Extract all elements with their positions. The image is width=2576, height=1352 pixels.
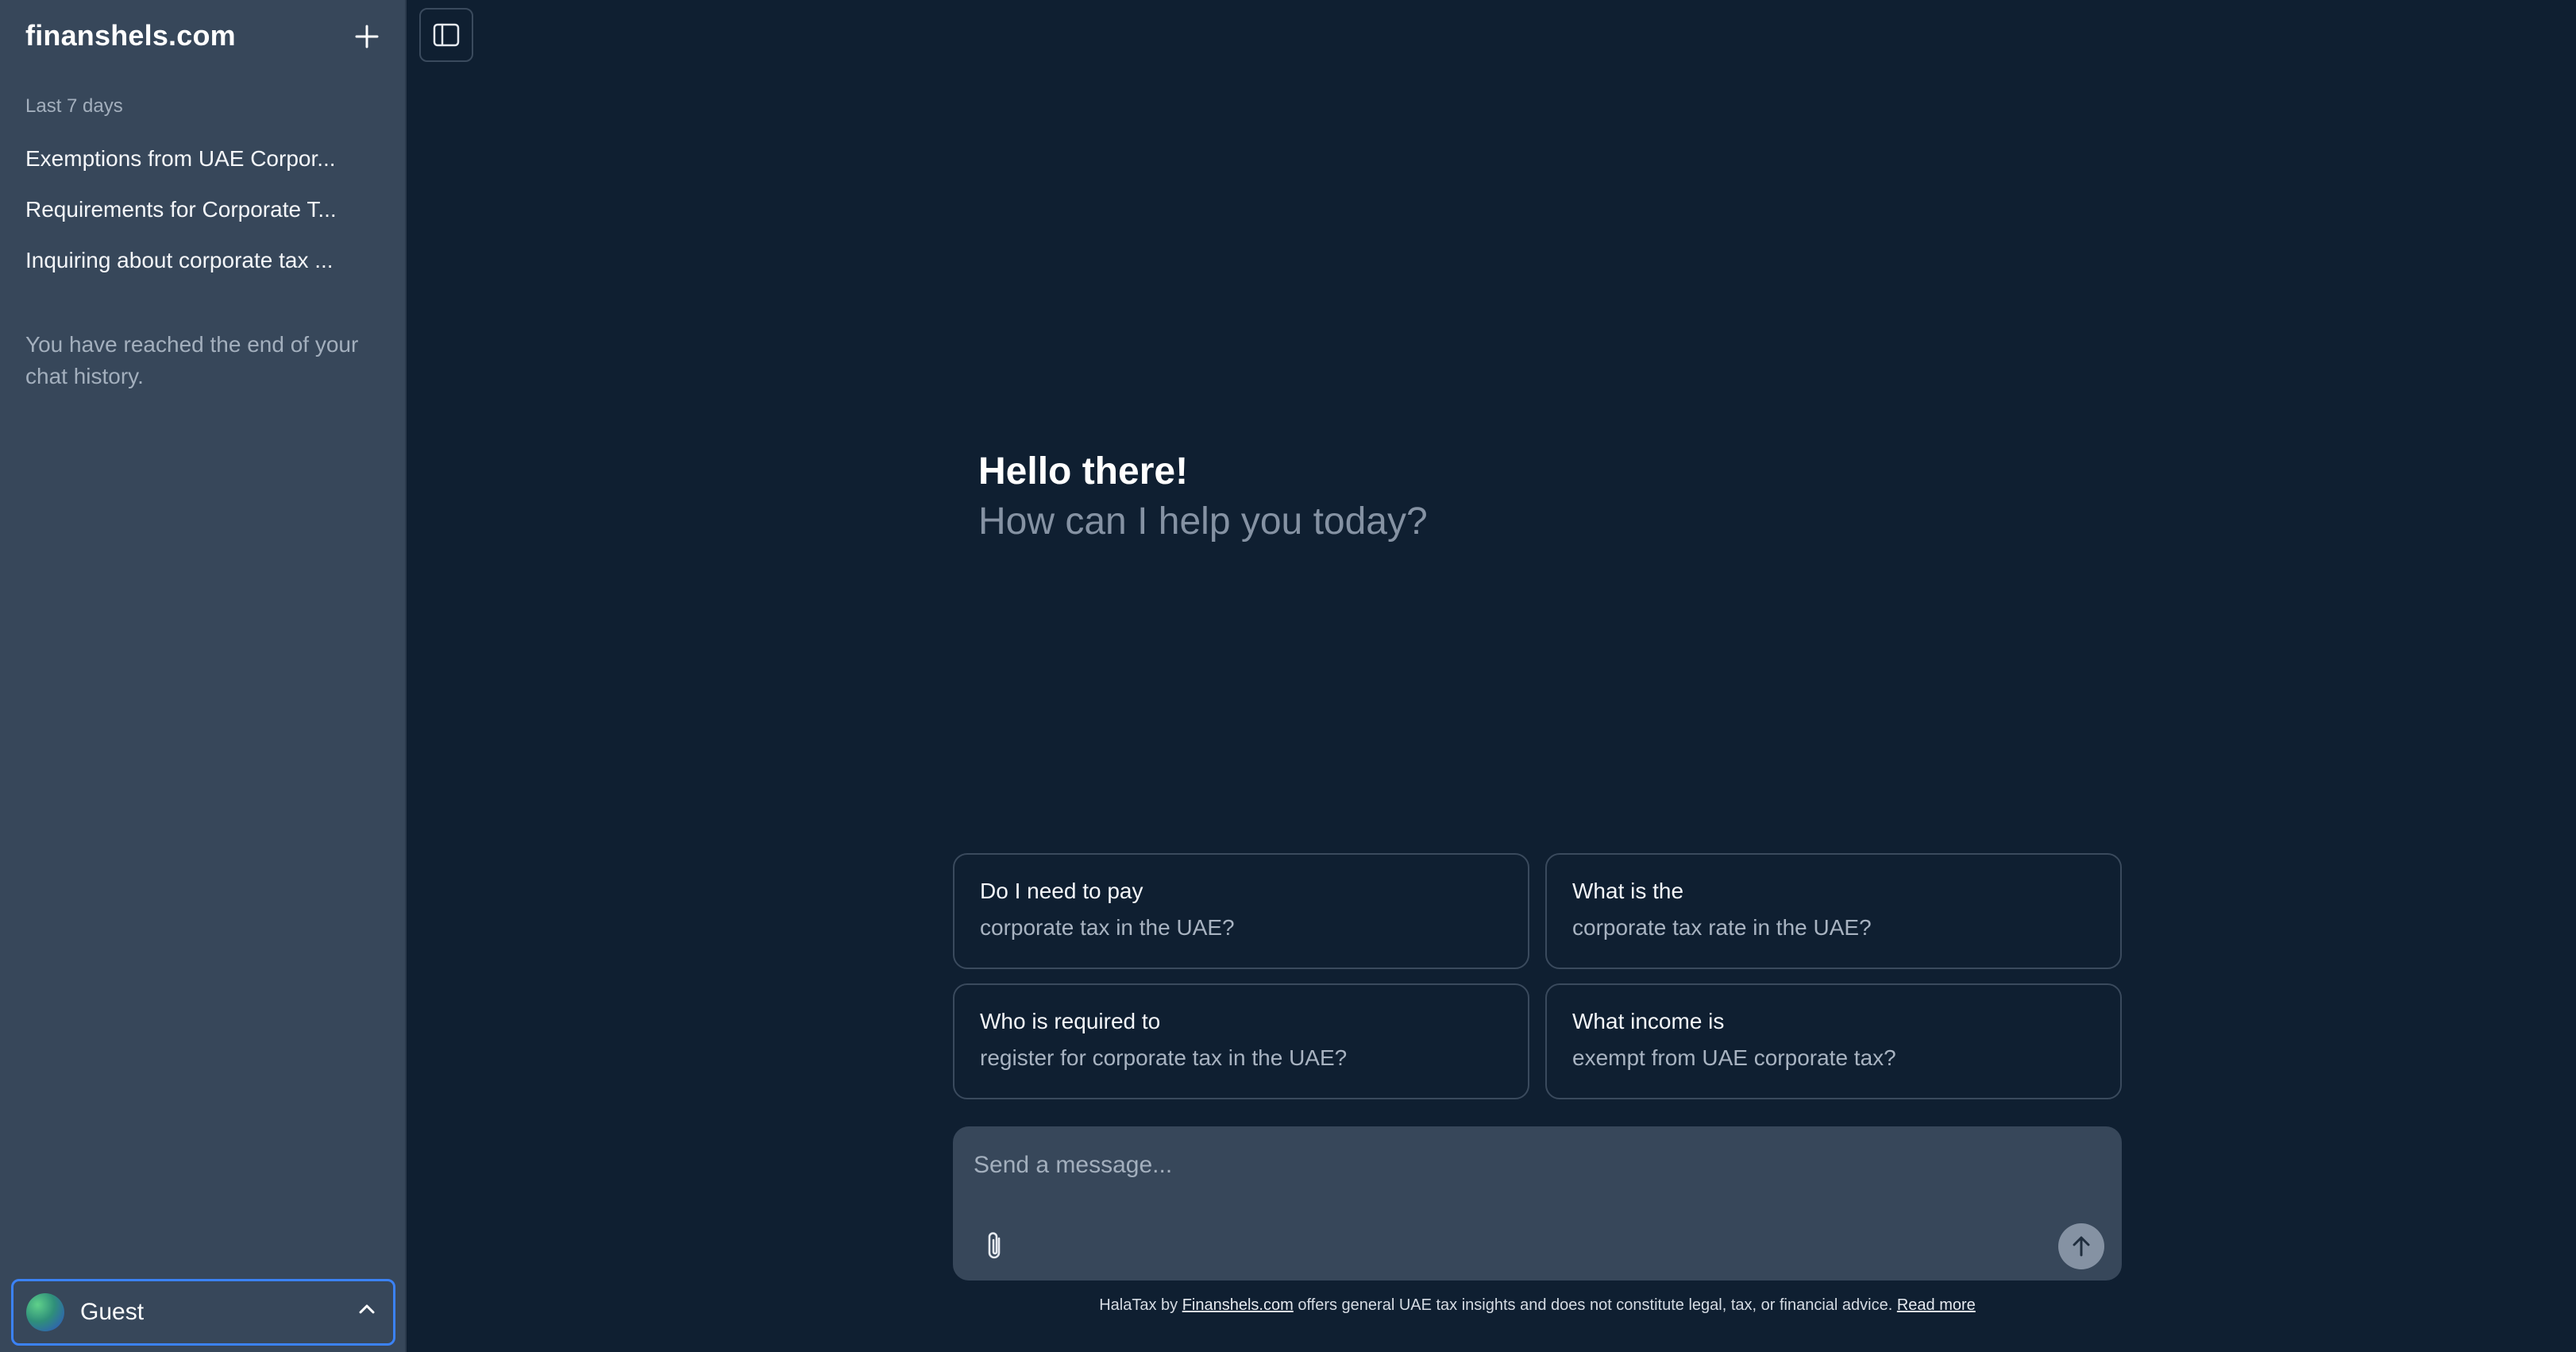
message-input[interactable] xyxy=(974,1145,2069,1185)
sidebar-toggle-button[interactable] xyxy=(419,8,473,62)
history-item[interactable]: Inquiring about corporate tax ... xyxy=(25,235,375,286)
arrow-up-icon xyxy=(2073,1236,2090,1257)
finanshels-link[interactable]: Finanshels.com xyxy=(1182,1296,1294,1314)
suggested-prompts: Do I need to pay corporate tax in the UA… xyxy=(953,853,2122,1099)
sidebar-toggle-icon xyxy=(433,23,460,47)
user-name: Guest xyxy=(80,1299,145,1325)
app-root: finanshels.com Last 7 days Exemptions fr… xyxy=(0,0,2576,1352)
attach-button[interactable] xyxy=(977,1226,1013,1266)
greeting-subtitle: How can I help you today? xyxy=(978,500,1428,543)
new-chat-button[interactable] xyxy=(348,17,386,56)
history-section-label: Last 7 days xyxy=(25,95,123,117)
greeting: Hello there! How can I help you today? xyxy=(978,450,1428,543)
history-end-note: You have reached the end of your chat hi… xyxy=(25,332,359,388)
suggestion-detail: corporate tax rate in the UAE? xyxy=(1572,915,1872,940)
history-item[interactable]: Requirements for Corporate T... xyxy=(25,184,375,235)
plus-icon xyxy=(355,25,379,48)
suggestion-title: What is the xyxy=(1572,879,1684,903)
suggestion-detail: exempt from UAE corporate tax? xyxy=(1572,1045,1896,1070)
suggestion-detail: register for corporate tax in the UAE? xyxy=(980,1045,1348,1070)
suggestion-title: Who is required to xyxy=(980,1009,1161,1033)
disclaimer-prefix: HalaTax by xyxy=(1099,1296,1182,1314)
greeting-title: Hello there! xyxy=(978,450,1189,493)
suggestion-card[interactable]: What is the corporate tax rate in the UA… xyxy=(1545,853,2122,969)
chat-history-list: Exemptions from UAE Corpor... Requiremen… xyxy=(25,133,375,286)
disclaimer-text: offers general UAE tax insights and does… xyxy=(1293,1296,1897,1314)
suggestion-title: Do I need to pay xyxy=(980,879,1143,903)
chevron-up-icon xyxy=(359,1304,375,1314)
avatar xyxy=(26,1293,64,1331)
suggestion-detail: corporate tax in the UAE? xyxy=(980,915,1235,940)
history-item[interactable]: Exemptions from UAE Corpor... xyxy=(25,133,375,184)
suggestion-card[interactable]: What income is exempt from UAE corporate… xyxy=(1545,983,2122,1099)
user-menu-button[interactable]: Guest xyxy=(11,1279,395,1346)
brand-title[interactable]: finanshels.com xyxy=(25,19,236,52)
suggestion-card[interactable]: Who is required to register for corporat… xyxy=(953,983,1529,1099)
disclaimer: HalaTax by Finanshels.com offers general… xyxy=(953,1296,2122,1315)
sidebar: finanshels.com Last 7 days Exemptions fr… xyxy=(0,0,407,1352)
read-more-link[interactable]: Read more xyxy=(1897,1296,1976,1314)
message-composer xyxy=(953,1126,2122,1281)
paperclip-icon xyxy=(988,1232,1001,1259)
suggestion-card[interactable]: Do I need to pay corporate tax in the UA… xyxy=(953,853,1529,969)
suggestion-title: What income is xyxy=(1572,1009,1725,1033)
send-button[interactable] xyxy=(2058,1223,2104,1269)
